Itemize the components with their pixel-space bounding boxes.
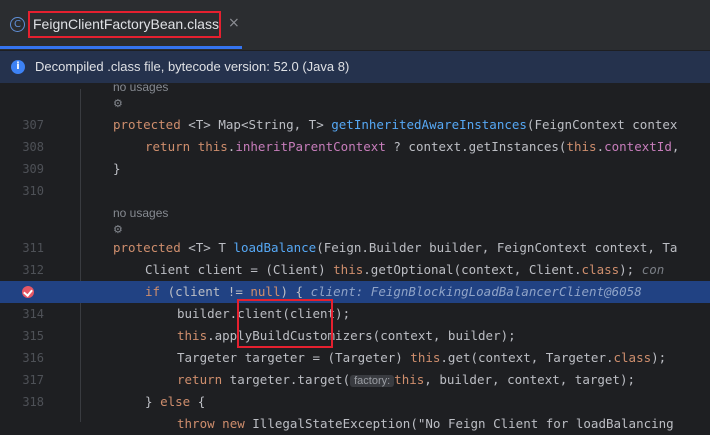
line-number: 317 [22,373,44,387]
code-line-315[interactable]: 315 this.applyBuildCustomizers(context, … [0,325,710,347]
code-text: } else { [145,394,206,409]
code-text: protected <T> T loadBalance(Feign.Builde… [113,240,678,255]
code-line-313-current[interactable]: if (client != null) { client: FeignBlock… [0,281,710,303]
code-text: if (client != null) { client: FeignBlock… [145,284,642,299]
code-line-314[interactable]: 314 builder.client(client); [0,303,710,325]
code-line-318[interactable]: 318 } else { [0,391,710,413]
code-text: throw new IllegalStateException("No Feig… [177,416,674,431]
code-line-310[interactable]: 310 [0,180,710,202]
code-text: return this.inheritParentContext ? conte… [145,139,680,154]
code-line-316[interactable]: 316 Targeter targeter = (Targeter) this.… [0,347,710,369]
line-number: 309 [22,162,44,176]
code-line-319[interactable]: throw new IllegalStateException("No Feig… [0,413,710,435]
tab-title[interactable]: FeignClientFactoryBean.class [28,11,221,38]
ai-agent-icon[interactable]: ⚙︎ [113,95,123,113]
code-text: return targeter.target(factory: this, bui… [177,372,635,387]
code-line-311[interactable]: 311 protected <T> T loadBalance(Feign.Bu… [0,237,710,259]
line-number: 311 [22,241,44,255]
usages-hint[interactable]: no usages [113,204,168,222]
line-number: 307 [22,118,44,132]
code-text: } [113,161,121,176]
code-line-307[interactable]: 307 protected <T> Map<String, T> getInhe… [0,114,710,136]
banner-text: Decompiled .class file, bytecode version… [35,59,350,74]
info-icon: i [11,60,25,74]
line-number: 308 [22,140,44,154]
line-number: 318 [22,395,44,409]
code-editor[interactable]: no usages ⚙︎ 307 protected <T> Map<Strin… [0,80,710,431]
method-load-balance: loadBalance [233,240,317,255]
inline-debug-value: con [641,262,665,277]
editor-tab-bar: C FeignClientFactoryBean.class × [0,0,710,51]
agent-icon-line: ⚙︎ [0,95,710,113]
code-text: Targeter targeter = (Targeter) this.get(… [177,350,667,365]
line-number: 314 [22,307,44,321]
parameter-hint: factory: [350,375,395,387]
line-number: 316 [22,351,44,365]
close-icon[interactable]: × [228,15,240,31]
inline-debug-value: client: FeignBlockingLoadBalancerClient@… [310,284,642,299]
code-line-312[interactable]: 312 Client client = (Client) this.getOpt… [0,259,710,281]
line-number: 315 [22,329,44,343]
code-line-308[interactable]: 308 return this.inheritParentContext ? c… [0,136,710,158]
code-text: Client client = (Client) this.getOptiona… [145,262,665,277]
class-icon: C [10,17,25,32]
usages-hint-line: no usages [0,78,710,96]
usages-hint[interactable]: no usages [113,78,168,96]
active-tab-indicator [0,46,242,49]
code-line-309[interactable]: 309 } [0,158,710,180]
usages-hint-line: no usages [0,204,710,222]
code-line-317[interactable]: 317 return targeter.target(factory: this,… [0,369,710,391]
code-text: protected <T> Map<String, T> getInherite… [113,117,678,132]
code-text: this.applyBuildCustomizers(context, buil… [177,328,516,343]
breakpoint-icon[interactable] [22,286,34,298]
line-number: 310 [22,184,44,198]
line-number: 312 [22,263,44,277]
code-text: builder.client(client); [177,306,351,321]
